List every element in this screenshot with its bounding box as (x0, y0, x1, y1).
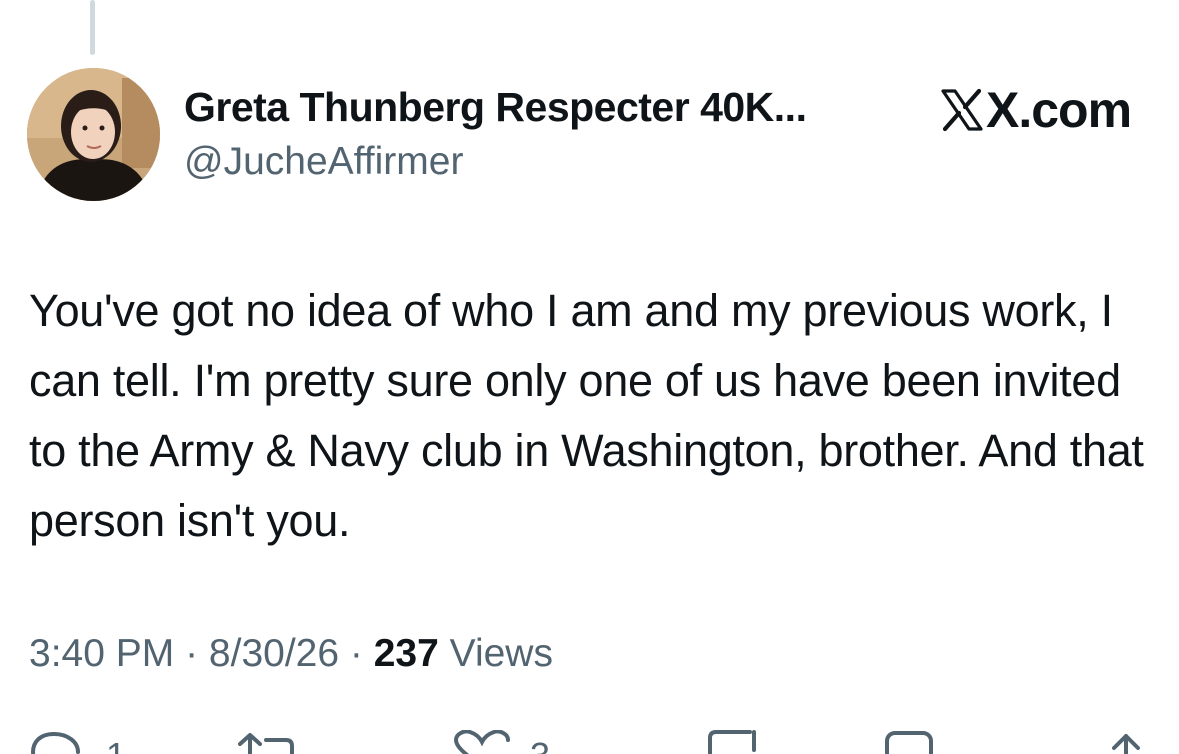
views-button[interactable] (884, 730, 936, 754)
bookmark-icon (708, 730, 756, 754)
tweet-date[interactable]: 8/30/26 (209, 632, 339, 675)
meta-separator: · (174, 632, 209, 675)
avatar[interactable] (27, 68, 160, 201)
x-com-badge: X.com (940, 82, 1132, 138)
repost-icon (238, 733, 294, 754)
like-button[interactable]: 3 (452, 730, 550, 754)
tweet-time[interactable]: 3:40 PM (29, 632, 174, 675)
like-icon (453, 730, 510, 754)
author-handle[interactable]: @JucheAffirmer (184, 140, 463, 184)
share-button[interactable] (1106, 730, 1146, 754)
x-logo-icon (941, 88, 983, 132)
tweet-text: You've got no idea of who I am and my pr… (29, 285, 1144, 546)
thread-connector-line (90, 0, 95, 55)
views-count: 237 (373, 632, 439, 675)
avatar-image (27, 68, 160, 201)
reply-button[interactable]: 1 (30, 730, 126, 754)
author-display-name[interactable]: Greta Thunberg Respecter 40K... (184, 84, 807, 131)
views-label: Views (449, 632, 553, 675)
x-com-label: X.com (986, 82, 1132, 138)
reply-icon (30, 732, 80, 754)
views-icon (885, 731, 933, 754)
like-count: 3 (530, 738, 550, 754)
bookmark-button[interactable] (706, 730, 762, 754)
reply-count: 1 (106, 738, 126, 754)
share-icon (1112, 734, 1140, 754)
tweet-meta: 3:40 PM · 8/30/26 · 237 Views (29, 632, 553, 676)
repost-button[interactable] (236, 730, 296, 754)
tweet-action-bar: 1 3 (0, 730, 1179, 754)
meta-separator: · (339, 632, 374, 675)
